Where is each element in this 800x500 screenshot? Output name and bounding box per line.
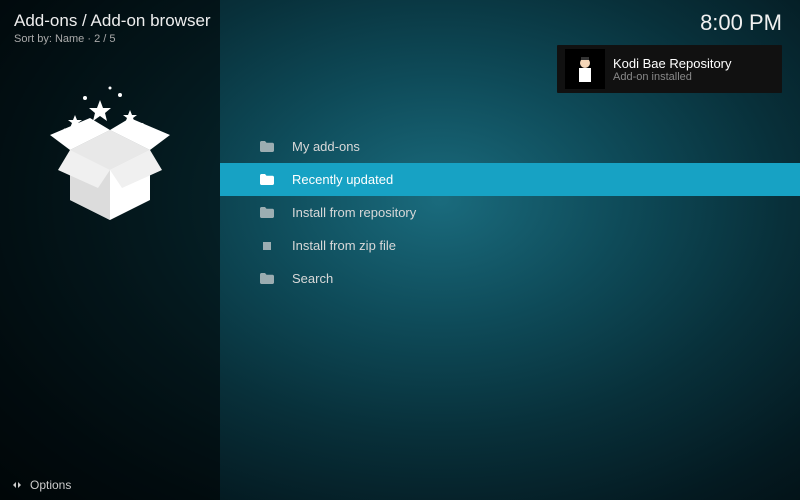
menu-item-search[interactable]: Search [220,262,800,295]
options-button[interactable]: Options [10,478,71,492]
header-subline: Sort by: Name · 2 / 5 [14,33,206,45]
options-icon [10,478,24,492]
menu-item-label: Install from repository [292,205,416,220]
menu-item-label: Recently updated [292,172,393,187]
menu-item-my-add-ons[interactable]: My add-ons [220,130,800,163]
menu-item-label: Search [292,271,333,286]
addon-box-icon [14,70,206,230]
main-panel: 8:00 PM Kodi Bae Repository Add-on insta… [220,0,800,500]
folder-icon [260,174,274,185]
notification-thumb [565,49,605,89]
options-label: Options [30,478,71,492]
menu-item-recently-updated[interactable]: Recently updated [220,163,800,196]
list-position: 2 / 5 [94,33,115,45]
folder-icon [260,141,274,152]
menu-item-install-from-repository[interactable]: Install from repository [220,196,800,229]
menu-item-install-from-zip-file[interactable]: Install from zip file [220,229,800,262]
page-title: Add-ons / Add-on browser [14,12,206,31]
sort-label: Sort by: Name [14,33,84,45]
zip-icon [260,240,274,251]
notification-subtitle: Add-on installed [613,71,732,83]
menu-list: My add-ons Recently updated Install from r… [220,130,800,295]
folder-icon [260,273,274,284]
clock: 8:00 PM [700,10,782,36]
notification-title: Kodi Bae Repository [613,56,732,71]
notification-toast[interactable]: Kodi Bae Repository Add-on installed [557,45,782,93]
folder-icon [260,207,274,218]
menu-item-label: Install from zip file [292,238,396,253]
menu-item-label: My add-ons [292,139,360,154]
sidebar: Add-ons / Add-on browser Sort by: Name ·… [0,0,220,500]
